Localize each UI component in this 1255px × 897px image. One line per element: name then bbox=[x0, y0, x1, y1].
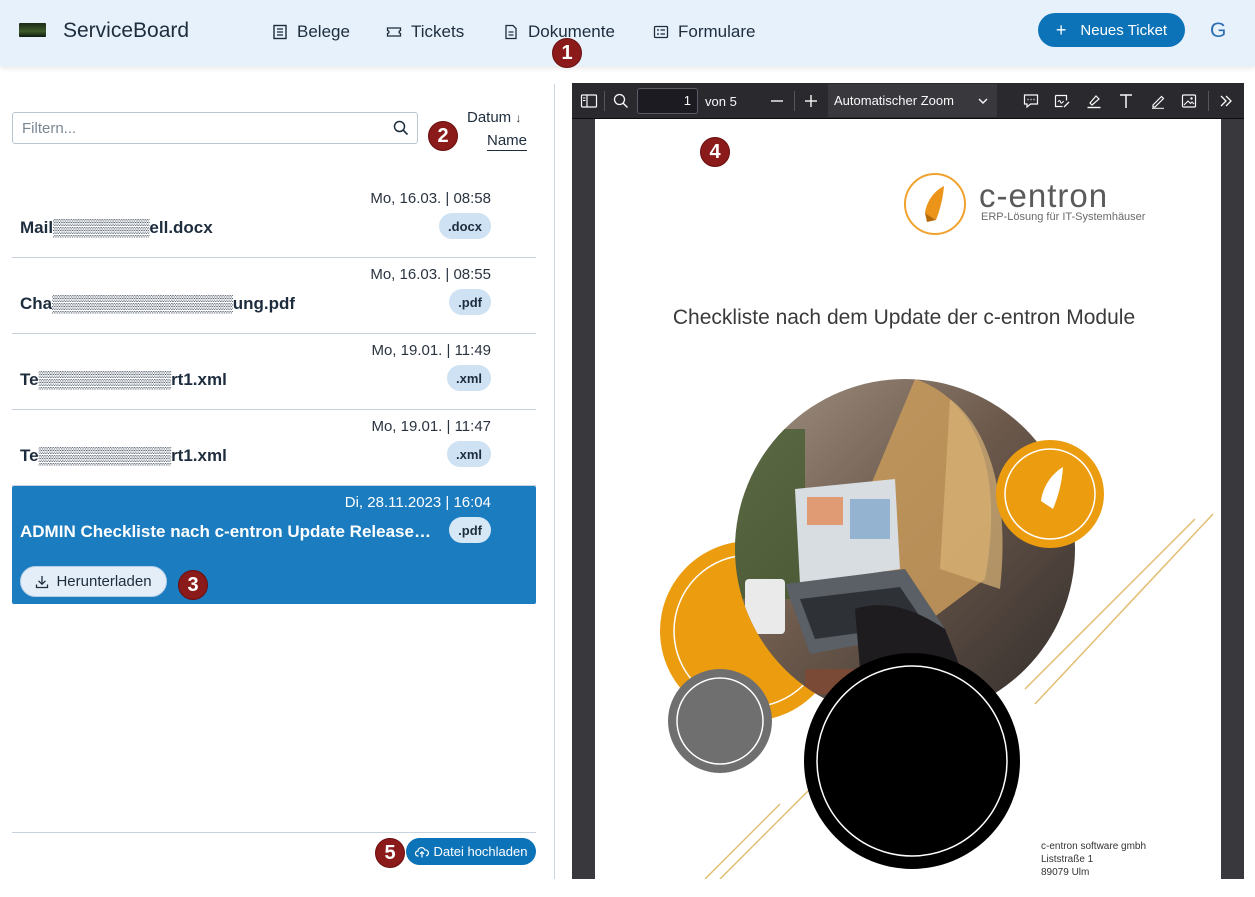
footer-line: Liststraße 1 bbox=[1041, 854, 1094, 865]
pdf-toolbar: 1 von 5 Automatischer Zoom bbox=[572, 83, 1244, 119]
sort-date-label: Datum bbox=[467, 109, 512, 126]
text-tool-icon[interactable] bbox=[1117, 92, 1135, 110]
nav-label: Belege bbox=[297, 22, 350, 41]
plus-icon: + bbox=[1055, 20, 1067, 40]
document-name: Te▒▒▒▒▒▒▒▒▒▒▒rt1.xml bbox=[20, 370, 227, 389]
file-type-badge: .pdf bbox=[449, 517, 491, 543]
file-type-badge: .xml bbox=[446, 365, 491, 391]
annotation-badge: 5 bbox=[375, 838, 405, 868]
file-type-badge: .pdf bbox=[449, 289, 491, 315]
search-icon[interactable] bbox=[393, 120, 409, 136]
search-icon[interactable] bbox=[612, 92, 630, 110]
user-avatar[interactable]: G bbox=[1210, 19, 1226, 43]
download-button[interactable]: Herunterladen bbox=[20, 566, 167, 597]
zoom-value: Automatischer Zoom bbox=[834, 93, 954, 108]
annotation-badge: 3 bbox=[178, 570, 208, 600]
list-footer-divider bbox=[12, 832, 536, 833]
signature-icon[interactable] bbox=[1053, 92, 1071, 110]
file-type-badge: .docx bbox=[439, 213, 491, 239]
document-name: ADMIN Checkliste nach c-entron Update Re… bbox=[20, 522, 431, 541]
document-name: Cha▒▒▒▒▒▒▒▒▒▒▒▒▒▒▒ung.pdf bbox=[20, 294, 296, 313]
double-chevron-right-icon[interactable] bbox=[1217, 92, 1235, 110]
upload-file-button[interactable]: Datei hochladen bbox=[406, 838, 536, 865]
document-icon bbox=[505, 24, 517, 40]
form-icon bbox=[653, 25, 669, 39]
footer-line: 89079 Ulm bbox=[1041, 867, 1090, 878]
pdf-brand-subtitle: ERP-Lösung für IT-Systemhäuser bbox=[981, 211, 1146, 223]
annotation-badge: 4 bbox=[700, 137, 730, 167]
footer-line: c-entron software gmbh bbox=[1041, 841, 1147, 852]
document-name: Te▒▒▒▒▒▒▒▒▒▒▒rt1.xml bbox=[20, 446, 227, 465]
upload-label: Datei hochladen bbox=[433, 844, 528, 859]
top-bar: ServiceBoard Belege Tickets Dokumente Fo… bbox=[0, 0, 1255, 66]
nav-item-belege[interactable]: Belege bbox=[272, 21, 350, 43]
zoom-out-icon[interactable] bbox=[768, 92, 786, 110]
document-list-item[interactable]: Mo, 16.03. | 08:58 Mail▒▒▒▒▒▒▒▒ell.docx … bbox=[12, 182, 536, 258]
nav-item-formulare[interactable]: Formulare bbox=[653, 21, 755, 43]
sort-arrow-icon: ↓ bbox=[515, 111, 522, 125]
annotation-badge: 2 bbox=[428, 121, 458, 151]
document-list-item[interactable]: Mo, 19.01. | 11:47 Te▒▒▒▒▒▒▒▒▒▒▒rt1.xml … bbox=[12, 410, 536, 486]
pdf-title: Checkliste nach dem Update der c-entron … bbox=[672, 306, 1136, 329]
pdf-viewer[interactable]: 1 von 5 Automatischer Zoom c-entron ERP-… bbox=[572, 83, 1244, 879]
document-list-item-selected[interactable]: Di, 28.11.2023 | 16:04 ADMIN Checkliste … bbox=[12, 486, 536, 604]
page-count: von 5 bbox=[705, 94, 737, 109]
new-ticket-label: Neues Ticket bbox=[1080, 21, 1168, 39]
annotation-badge: 1 bbox=[552, 38, 582, 68]
new-ticket-button[interactable]: + Neues Ticket bbox=[1038, 13, 1185, 47]
page-number-input[interactable]: 1 bbox=[637, 88, 698, 114]
image-icon[interactable] bbox=[1180, 92, 1198, 110]
app-title[interactable]: ServiceBoard bbox=[63, 19, 189, 43]
document-date: Mo, 16.03. | 08:55 bbox=[370, 266, 491, 283]
nav-label: Formulare bbox=[678, 22, 756, 41]
toolbar-separator bbox=[604, 91, 605, 111]
zoom-in-icon[interactable] bbox=[802, 92, 820, 110]
zoom-select[interactable]: Automatischer Zoom bbox=[828, 84, 997, 117]
chevron-down-icon bbox=[978, 98, 988, 104]
c-entron-logo bbox=[904, 173, 966, 235]
sidebar-toggle-icon[interactable] bbox=[580, 92, 598, 110]
sort-by-name[interactable]: Name bbox=[487, 132, 528, 151]
document-list-item[interactable]: Mo, 16.03. | 08:55 Cha▒▒▒▒▒▒▒▒▒▒▒▒▒▒▒ung… bbox=[12, 258, 536, 334]
download-label: Herunterladen bbox=[56, 573, 152, 590]
highlight-icon[interactable] bbox=[1085, 92, 1103, 110]
comment-icon[interactable] bbox=[1022, 92, 1040, 110]
pdf-footer-address: c-entron software gmbh Liststraße 1 8907… bbox=[1041, 840, 1146, 879]
download-icon bbox=[36, 575, 49, 588]
nav-label: Tickets bbox=[411, 22, 465, 41]
draw-icon[interactable] bbox=[1149, 92, 1167, 110]
app-logo[interactable] bbox=[19, 23, 46, 37]
nav-item-tickets[interactable]: Tickets bbox=[386, 21, 464, 43]
toolbar-separator bbox=[794, 91, 795, 111]
pdf-brand: c-entron bbox=[979, 177, 1109, 214]
cloud-upload-icon bbox=[414, 846, 429, 857]
cover-illustration bbox=[660, 379, 1214, 879]
document-date: Di, 28.11.2023 | 16:04 bbox=[344, 494, 491, 511]
document-date: Mo, 19.01. | 11:49 bbox=[371, 342, 491, 359]
document-list-item[interactable]: Mo, 19.01. | 11:49 Te▒▒▒▒▒▒▒▒▒▒▒rt1.xml … bbox=[12, 334, 536, 410]
file-type-badge: .xml bbox=[446, 441, 491, 467]
receipt-icon bbox=[273, 24, 287, 40]
sort-by-date[interactable]: Datum ↓ bbox=[467, 109, 521, 126]
filter-field[interactable] bbox=[12, 112, 418, 144]
panel-divider bbox=[554, 84, 555, 879]
pdf-page: c-entron ERP-Lösung für IT-Systemhäuser … bbox=[595, 119, 1221, 879]
document-date: Mo, 19.01. | 11:47 bbox=[371, 418, 491, 435]
filter-input[interactable] bbox=[13, 113, 383, 143]
document-name: Mail▒▒▒▒▒▒▒▒ell.docx bbox=[20, 218, 213, 237]
ticket-icon bbox=[386, 27, 402, 37]
document-date: Mo, 16.03. | 08:58 bbox=[370, 190, 491, 207]
toolbar-separator bbox=[1208, 91, 1209, 111]
